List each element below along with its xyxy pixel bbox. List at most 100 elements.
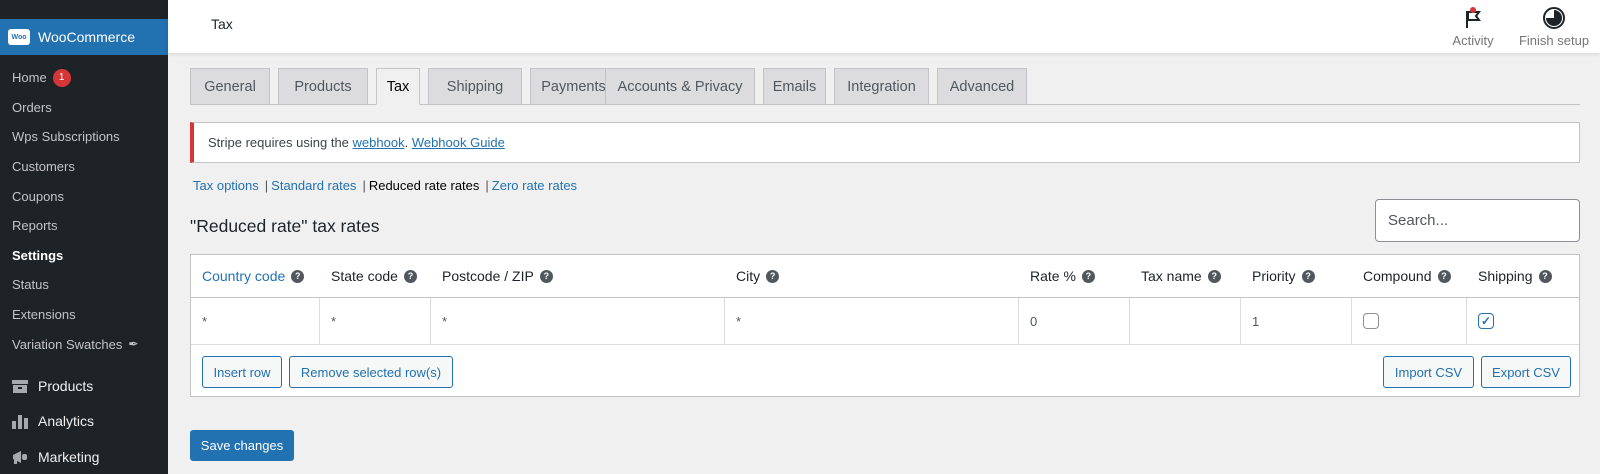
help-icon[interactable]: ?: [1437, 269, 1451, 283]
cell-compound: [1352, 298, 1467, 344]
sidebar-item-label: Marketing: [38, 448, 100, 465]
search-input[interactable]: [1375, 199, 1580, 242]
column-label: Compound: [1363, 268, 1432, 284]
subnav-zero-rate-rates[interactable]: Zero rate rates: [492, 178, 577, 193]
notice-separator: .: [404, 135, 412, 150]
column-postcode: Postcode / ZIP?: [431, 255, 725, 297]
tab-emails[interactable]: Emails: [763, 68, 826, 105]
column-rate: Rate %?: [1019, 255, 1130, 297]
help-icon[interactable]: ?: [403, 269, 417, 283]
sidebar-item-products[interactable]: Products: [0, 368, 168, 404]
tab-accounts-privacy[interactable]: Accounts & Privacy: [605, 68, 755, 105]
help-icon[interactable]: ?: [766, 269, 780, 283]
insert-row-button[interactable]: Insert row: [202, 356, 282, 388]
sidebar-item-reports[interactable]: Reports: [0, 211, 168, 241]
help-icon[interactable]: ?: [1538, 269, 1552, 283]
help-icon[interactable]: ?: [291, 269, 305, 283]
subnav-separator: |: [485, 178, 489, 193]
compound-checkbox[interactable]: [1363, 313, 1379, 329]
column-label: Country code: [202, 268, 286, 284]
column-label: Postcode / ZIP: [442, 268, 534, 284]
tab-general[interactable]: General: [190, 68, 270, 105]
remove-rows-button[interactable]: Remove selected row(s): [289, 356, 453, 388]
tab-shipping[interactable]: Shipping: [428, 68, 522, 105]
cell-shipping: ✓: [1467, 298, 1579, 344]
cell-state[interactable]: *: [320, 298, 431, 344]
shipping-checkbox[interactable]: ✓: [1478, 313, 1494, 329]
sidebar-item-label: Coupons: [12, 188, 65, 204]
column-state-code: State code?: [320, 255, 431, 297]
help-icon[interactable]: ?: [1207, 269, 1221, 283]
tab-integration[interactable]: Integration: [834, 68, 929, 105]
subnav-standard-rates[interactable]: Standard rates: [271, 178, 356, 193]
finish-setup-button[interactable]: Finish setup: [1511, 0, 1597, 53]
webhook-guide-link[interactable]: Webhook Guide: [412, 135, 505, 150]
sidebar-brand-label: WooCommerce: [38, 29, 135, 45]
sidebar-item-label: Products: [38, 377, 94, 394]
sidebar-item-label: Orders: [12, 99, 52, 115]
sidebar-item-analytics[interactable]: Analytics: [0, 404, 168, 440]
column-label: Priority: [1252, 268, 1296, 284]
tab-payments[interactable]: Payments: [530, 68, 617, 105]
sidebar-item-extensions[interactable]: Extensions: [0, 300, 168, 330]
column-shipping: Shipping?: [1467, 255, 1579, 297]
column-city: City?: [725, 255, 1019, 297]
column-label: Tax name: [1141, 268, 1202, 284]
tab-advanced[interactable]: Advanced: [937, 68, 1027, 105]
webhook-link[interactable]: webhook: [353, 135, 405, 150]
sidebar-item-coupons[interactable]: Coupons: [0, 181, 168, 211]
column-priority: Priority?: [1241, 255, 1352, 297]
sidebar-item-label: Reports: [12, 218, 58, 234]
sidebar-item-status[interactable]: Status: [0, 270, 168, 300]
table-footer: Insert row Remove selected row(s) Import…: [191, 346, 1579, 396]
import-csv-button[interactable]: Import CSV: [1383, 356, 1474, 388]
table-row[interactable]: * * * * 0 1 ✓: [191, 298, 1579, 345]
tax-rates-table: Country code? State code? Postcode / ZIP…: [190, 254, 1580, 397]
table-header: Country code? State code? Postcode / ZIP…: [191, 255, 1579, 298]
sidebar-main-menu: Products Analytics Marketing: [0, 368, 168, 474]
export-csv-button[interactable]: Export CSV: [1481, 356, 1571, 388]
sidebar-item-settings[interactable]: Settings: [0, 241, 168, 271]
help-icon[interactable]: ?: [539, 269, 553, 283]
column-country-code[interactable]: Country code?: [191, 255, 320, 297]
progress-circle-icon: [1542, 6, 1566, 30]
admin-sidebar: Woo WooCommerce Home 1 Orders Wps Subscr…: [0, 0, 168, 474]
stripe-webhook-notice: Stripe requires using the webhook . Webh…: [190, 122, 1580, 163]
cell-priority[interactable]: 1: [1241, 298, 1352, 344]
sidebar-woocommerce-menu[interactable]: Woo WooCommerce: [0, 19, 168, 55]
bar-chart-icon: [10, 411, 30, 431]
activity-button[interactable]: Activity: [1445, 0, 1501, 53]
subnav-reduced-rate-rates[interactable]: Reduced rate rates: [369, 178, 480, 193]
sidebar-item-subscriptions[interactable]: Wps Subscriptions: [0, 122, 168, 152]
sidebar-item-label: Customers: [12, 159, 75, 175]
sidebar-item-label: Status: [12, 277, 49, 293]
cell-country[interactable]: *: [191, 298, 320, 344]
subnav-tax-options[interactable]: Tax options: [193, 178, 259, 193]
sidebar-item-label: Settings: [12, 247, 64, 263]
sidebar-item-home[interactable]: Home 1: [0, 63, 168, 93]
tab-products[interactable]: Products: [278, 68, 368, 105]
subnav-separator: |: [264, 178, 269, 193]
cell-tax-name[interactable]: [1130, 298, 1241, 344]
top-header: Tax Activity Finish setup: [168, 0, 1600, 53]
sidebar-item-customers[interactable]: Customers: [0, 152, 168, 182]
help-icon[interactable]: ?: [1081, 269, 1095, 283]
cell-city[interactable]: *: [725, 298, 1019, 344]
sidebar-item-label: Variation Swatches: [12, 336, 123, 352]
sidebar-item-orders[interactable]: Orders: [0, 93, 168, 123]
tab-tax[interactable]: Tax: [376, 68, 420, 105]
save-changes-button[interactable]: Save changes: [190, 430, 294, 461]
help-icon[interactable]: ?: [1301, 269, 1315, 283]
megaphone-icon: [10, 447, 30, 467]
section-title: "Reduced rate" tax rates: [190, 216, 380, 236]
sidebar-item-marketing[interactable]: Marketing: [0, 439, 168, 474]
archive-icon: [10, 376, 30, 396]
cell-postcode[interactable]: *: [431, 298, 725, 344]
column-label: State code: [331, 268, 398, 284]
finish-setup-label: Finish setup: [1518, 32, 1590, 48]
column-compound: Compound?: [1352, 255, 1467, 297]
sidebar-item-variation-swatches[interactable]: Variation Swatches ✒: [0, 329, 168, 359]
cell-rate[interactable]: 0: [1019, 298, 1130, 344]
column-label: City: [736, 268, 761, 284]
woocommerce-submenu: Home 1 Orders Wps Subscriptions Customer…: [0, 63, 168, 359]
